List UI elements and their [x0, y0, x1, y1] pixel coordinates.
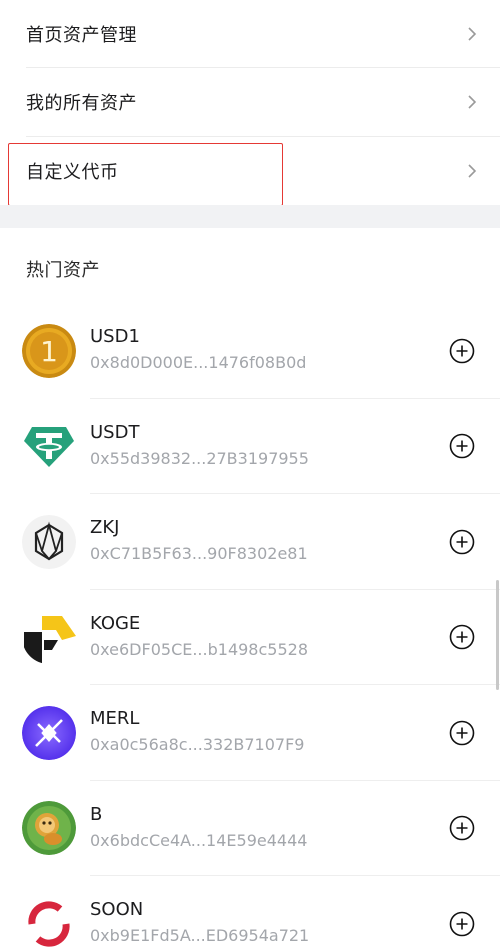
asset-row-merl[interactable]: MERL 0xa0c56a8c...332B7107F9 — [0, 685, 500, 781]
plus-circle-icon — [449, 433, 475, 459]
asset-row-b[interactable]: B 0x6bdcCe4A...14E59e4444 — [0, 781, 500, 876]
asset-info: ZKJ 0xC71B5F63...90F8302e81 — [90, 516, 308, 566]
menu-item-label: 首页资产管理 — [26, 25, 137, 46]
soon-coin-icon — [22, 896, 76, 951]
asset-address: 0x55d39832...27B3197955 — [90, 448, 309, 468]
chevron-right-icon — [468, 95, 477, 109]
koge-coin-icon — [22, 610, 76, 665]
asset-address: 0x6bdcCe4A...14E59e4444 — [90, 830, 308, 850]
asset-symbol: MERL — [90, 708, 140, 729]
add-asset-button[interactable] — [449, 720, 475, 746]
asset-row-soon[interactable]: SOON 0xb9E1Fd5A...ED6954a721 — [0, 876, 500, 951]
asset-symbol: B — [90, 803, 103, 825]
asset-info: B 0x6bdcCe4A...14E59e4444 — [90, 803, 307, 853]
section-gap — [0, 205, 500, 228]
plus-circle-icon — [449, 720, 475, 746]
menu-item-all-my-assets[interactable]: 我的所有资产 — [0, 68, 500, 136]
scrollbar[interactable] — [496, 580, 499, 690]
asset-symbol: USDT — [90, 421, 140, 443]
menu-item-home-asset-management[interactable]: 首页资产管理 — [0, 0, 500, 68]
add-asset-button[interactable] — [449, 529, 475, 555]
asset-address: 0xC71B5F63...90F8302e81 — [90, 544, 308, 563]
usd1-coin-icon: 1 — [22, 323, 76, 378]
asset-info: MERL 0xa0c56a8c...332B7107F9 — [90, 707, 304, 757]
plus-circle-icon — [449, 624, 475, 650]
add-asset-button[interactable] — [449, 911, 475, 937]
asset-row-koge[interactable]: KOGE 0xe6DF05CE...b1498c5528 — [0, 590, 500, 685]
asset-info: SOON 0xb9E1Fd5A...ED6954a721 — [90, 898, 309, 948]
asset-address: 0xa0c56a8c...332B7107F9 — [90, 735, 305, 754]
add-asset-button[interactable] — [449, 433, 475, 459]
add-asset-button[interactable] — [449, 624, 475, 650]
zkj-coin-icon — [22, 514, 76, 569]
asset-address: 0x8d0D000E...1476f08B0d — [90, 353, 307, 372]
svg-text:1: 1 — [40, 335, 58, 368]
asset-symbol: ZKJ — [90, 517, 120, 538]
plus-circle-icon — [449, 529, 475, 555]
asset-info: KOGE 0xe6DF05CE...b1498c5528 — [90, 612, 308, 662]
asset-info: USD1 0x8d0D000E...1476f08B0d — [90, 325, 306, 375]
asset-symbol: SOON — [90, 899, 144, 920]
hot-assets-title: 热门资产 — [26, 260, 100, 281]
merl-coin-icon — [22, 705, 76, 760]
plus-circle-icon — [449, 911, 475, 937]
chevron-right-icon — [468, 27, 477, 41]
highlight-box — [8, 143, 283, 206]
plus-circle-icon — [449, 815, 475, 841]
add-asset-button[interactable] — [449, 815, 475, 841]
chevron-right-icon — [468, 164, 477, 178]
b-coin-icon — [22, 801, 76, 856]
asset-symbol: KOGE — [90, 612, 141, 634]
hot-assets-list: 1 USD1 0x8d0D000E...1476f08B0d USDT 0x55… — [0, 303, 500, 951]
asset-info: USDT 0x55d39832...27B3197955 — [90, 421, 309, 471]
menu-item-label: 我的所有资产 — [26, 93, 137, 114]
asset-row-usdt[interactable]: USDT 0x55d39832...27B3197955 — [0, 399, 500, 494]
add-asset-button[interactable] — [449, 338, 475, 364]
asset-address: 0xb9E1Fd5A...ED6954a721 — [90, 926, 310, 945]
asset-address: 0xe6DF05CE...b1498c5528 — [90, 639, 308, 659]
plus-circle-icon — [449, 338, 475, 364]
asset-row-zkj[interactable]: ZKJ 0xC71B5F63...90F8302e81 — [0, 494, 500, 590]
asset-row-usd1[interactable]: 1 USD1 0x8d0D000E...1476f08B0d — [0, 303, 500, 399]
usdt-coin-icon — [22, 419, 76, 473]
asset-symbol: USD1 — [90, 326, 140, 347]
